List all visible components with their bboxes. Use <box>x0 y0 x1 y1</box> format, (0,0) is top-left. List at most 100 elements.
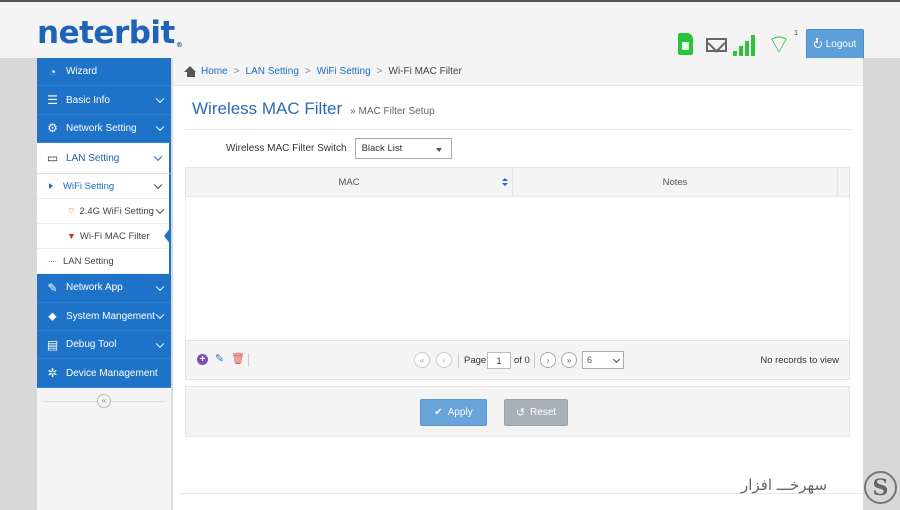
filter-switch-row: Wireless MAC Filter Switch Black List <box>226 138 452 159</box>
sidebar-subitem-label: WiFi Setting <box>63 180 115 192</box>
logout-button[interactable]: Logout <box>806 29 864 59</box>
watermark-text: سهرخـــ افزار <box>741 476 828 494</box>
table-body <box>185 197 850 340</box>
apply-button[interactable]: ✔ Apply <box>420 399 487 426</box>
rows-per-page-select[interactable]: 6 <box>582 351 624 369</box>
home-icon <box>184 66 197 77</box>
chevron-down-icon <box>155 282 165 291</box>
page-subtitle: » MAC Filter Setup <box>350 106 435 117</box>
prev-page-button[interactable]: ‹ <box>436 352 452 368</box>
sidebar-subitem-wifi-setting[interactable]: WiFi Setting <box>37 174 169 200</box>
next-page-button[interactable]: › <box>540 352 556 368</box>
edit-square-icon: ✎ <box>47 280 58 295</box>
page-number-input[interactable]: 1 <box>487 352 511 369</box>
main-content: Home > LAN Setting > WiFi Setting > Wi-F… <box>173 58 863 510</box>
pencil-icon[interactable]: ✎ <box>214 354 225 365</box>
sidebar-item-label: Basic Info <box>66 94 110 106</box>
chevron-down-icon <box>153 180 163 190</box>
chevron-down-icon <box>155 310 165 320</box>
records-info: No records to view <box>760 355 839 366</box>
sidebar-subitem-label: 2.4G WiFi Setting <box>79 205 154 217</box>
filter-switch-select[interactable]: Black List <box>354 138 452 159</box>
wifi-icon: ⌔ 1 <box>766 29 798 59</box>
breadcrumb-separator: > <box>233 66 240 77</box>
sidebar-item-basic-info[interactable]: ☰ Basic Info <box>37 86 171 115</box>
sidebar-item-system-management[interactable]: ⬥ System Mangement <box>37 302 171 331</box>
first-page-button[interactable]: « <box>414 352 430 368</box>
action-bar: ✔ Apply ↺ Reset <box>185 386 850 437</box>
chevron-down-icon <box>155 339 165 348</box>
top-bar: neterbit® ⌔ 1 Logout <box>0 0 900 59</box>
table-pager: + ✎ 🗑 « ‹ Page 1 of 0 › » 6 No records t… <box>185 340 850 380</box>
column-header-mac[interactable]: MAC <box>186 168 513 196</box>
breadcrumb-separator: > <box>304 66 311 77</box>
page-count-label: of 0 <box>514 355 530 366</box>
sidebar-collapse-row: « <box>37 388 171 414</box>
page-title: Wireless MAC Filter <box>192 99 343 118</box>
sidebar-item-label: Wizard <box>66 66 98 78</box>
reset-label: Reset <box>530 407 557 418</box>
brand-logo: neterbit® <box>37 15 183 51</box>
mac-filter-table: MAC Notes + ✎ 🗑 « ‹ Page 1 of 0 › » 6 No… <box>185 167 850 380</box>
sidebar-item-device-management[interactable]: ✲ Device Management <box>37 359 171 388</box>
sidebar-item-debug-tool[interactable]: ▤ Debug Tool <box>37 330 171 360</box>
watermark: سهرخـــ افزار S <box>735 466 900 510</box>
watermark-logo: S <box>864 471 897 504</box>
add-icon[interactable]: + <box>197 354 208 365</box>
wifi-small-icon: ⌔ <box>67 205 76 216</box>
collapse-sidebar-button[interactable]: « <box>97 393 111 408</box>
breadcrumb-wifi-setting[interactable]: WiFi Setting <box>317 66 371 77</box>
page-header: Wireless MAC Filter » MAC Filter Setup <box>192 99 435 119</box>
sidebar-subitem-label: Wi-Fi MAC Filter <box>79 230 150 242</box>
mail-icon[interactable] <box>706 38 727 52</box>
column-label: MAC <box>338 176 360 188</box>
signal-strength-icon <box>733 34 757 56</box>
power-icon <box>813 38 822 48</box>
last-page-button[interactable]: » <box>561 352 577 368</box>
sort-icon <box>502 178 508 187</box>
check-icon: ✔ <box>434 407 443 418</box>
sidebar-subitem-24g-wifi-setting[interactable]: ⌔ 2.4G WiFi Setting <box>37 199 169 225</box>
sidebar-subitem-lan-setting[interactable]: LAN Setting <box>37 249 169 275</box>
trash-icon[interactable]: 🗑 <box>231 354 245 365</box>
breadcrumb: Home > LAN Setting > WiFi Setting > Wi-F… <box>173 58 863 86</box>
wizard-icon: ◔ <box>48 64 57 79</box>
sidebar-item-network-app[interactable]: ✎ Network App <box>37 274 171 303</box>
caret-right-icon <box>49 183 53 190</box>
table-header: MAC Notes <box>185 167 850 197</box>
sidebar-item-label: Network Setting <box>66 122 137 134</box>
reset-button[interactable]: ↺ Reset <box>504 399 568 426</box>
sidebar-item-label: Device Management <box>66 367 158 379</box>
list-icon: ☰ <box>47 93 58 108</box>
tree-dash <box>49 261 56 263</box>
monitor-icon: ▭ <box>46 151 59 166</box>
breadcrumb-current: Wi-Fi MAC Filter <box>388 66 462 77</box>
lan-setting-submenu: WiFi Setting ⌔ 2.4G WiFi Setting ▼ Wi-Fi… <box>37 174 171 275</box>
gears-icon: ✲ <box>47 366 58 381</box>
undo-icon: ↺ <box>515 407 526 419</box>
sidebar-item-wizard[interactable]: ◔ Wizard <box>37 58 171 87</box>
chevron-down-icon <box>155 205 165 215</box>
sim-card-icon <box>678 33 693 55</box>
sidebar-item-lan-setting[interactable]: ▭ LAN Setting <box>37 143 171 175</box>
column-header-notes[interactable]: Notes <box>513 168 838 196</box>
page-label: Page <box>464 355 487 366</box>
sidebar-item-network-setting[interactable]: ⚙ Network Setting <box>37 114 171 144</box>
sidebar-item-label: Network App <box>66 282 123 294</box>
filter-icon: ▼ <box>67 231 76 242</box>
sidebar-item-label: LAN Setting <box>66 152 120 164</box>
document-icon: ▤ <box>46 337 59 352</box>
chevron-down-icon <box>155 94 165 104</box>
breadcrumb-home[interactable]: Home <box>201 66 228 77</box>
filter-switch-label: Wireless MAC Filter Switch <box>226 143 347 154</box>
sidebar-subitem-wifi-mac-filter[interactable]: ▼ Wi-Fi MAC Filter <box>37 224 169 250</box>
breadcrumb-lan-setting[interactable]: LAN Setting <box>246 66 299 77</box>
wifi-count: 1 <box>794 30 798 37</box>
apply-label: Apply <box>447 407 473 418</box>
pager-separator <box>458 353 459 368</box>
divider <box>185 129 851 130</box>
breadcrumb-separator: > <box>376 66 383 77</box>
sidebar-item-label: Debug Tool <box>66 339 117 351</box>
gear-icon: ⚙ <box>47 121 58 136</box>
sidebar: ◔ Wizard ☰ Basic Info ⚙ Network Setting … <box>37 58 172 510</box>
